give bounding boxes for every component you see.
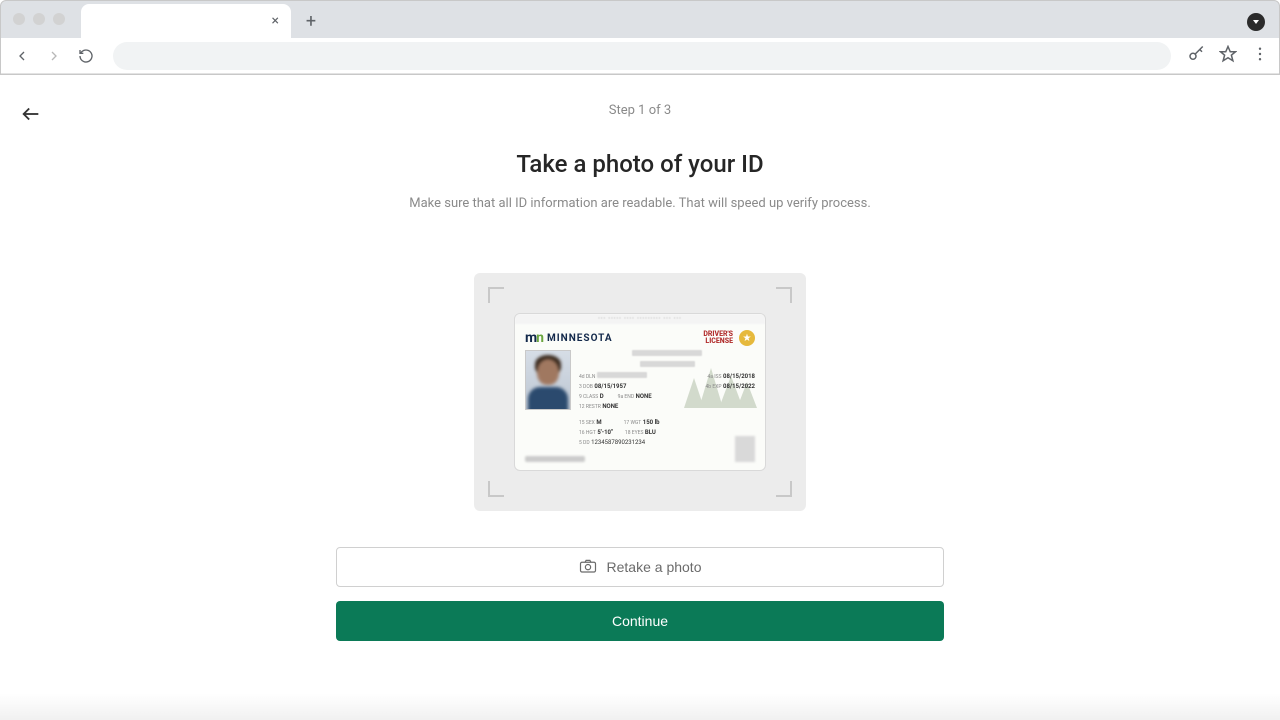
id-license-type: DRIVER'S LICENSE [703, 331, 733, 345]
continue-button[interactable]: Continue [336, 601, 944, 641]
menu-dots-icon[interactable] [1251, 45, 1269, 67]
key-icon[interactable] [1187, 45, 1205, 67]
tab-strip: × + [1, 1, 1279, 38]
tab-close-icon[interactable]: × [272, 13, 279, 29]
new-tab-button[interactable]: + [297, 7, 325, 35]
nav-reload-button[interactable] [75, 45, 97, 67]
window-minimize-icon[interactable] [33, 13, 45, 25]
camera-icon [579, 558, 597, 577]
retake-photo-button[interactable]: Retake a photo [336, 547, 944, 587]
id-signature [525, 456, 585, 466]
window-close-icon[interactable] [13, 13, 25, 25]
id-capture-frame: ••• ••••• •••• ••••••••• ••• ••• mn MINN… [474, 273, 806, 511]
real-id-star-icon: ★ [739, 330, 755, 346]
frame-corner-icon [776, 481, 792, 497]
page-title: Take a photo of your ID [335, 150, 945, 178]
frame-corner-icon [488, 287, 504, 303]
retake-photo-label: Retake a photo [607, 559, 702, 575]
browser-chrome: × + [0, 0, 1280, 75]
browser-toolbar [1, 38, 1279, 74]
frame-corner-icon [776, 287, 792, 303]
nav-forward-button[interactable] [43, 45, 65, 67]
window-controls [13, 13, 65, 25]
id-state-name: MINNESOTA [547, 333, 613, 344]
captured-id-image: ••• ••••• •••• ••••••••• ••• ••• mn MINN… [514, 313, 766, 471]
step-indicator: Step 1 of 3 [335, 103, 945, 118]
frame-corner-icon [488, 481, 504, 497]
window-maximize-icon[interactable] [53, 13, 65, 25]
id-fields: 4d DLN 4a ISS 08/15/2018 3 DOB 08/15/195… [579, 350, 755, 448]
profile-badge[interactable] [1247, 13, 1265, 31]
address-bar[interactable] [113, 42, 1171, 70]
continue-label: Continue [612, 613, 668, 629]
id-top-strip: ••• ••••• •••• ••••••••• ••• ••• [515, 314, 765, 324]
browser-tab[interactable]: × [81, 4, 291, 38]
page-subtitle: Make sure that all ID information are re… [335, 196, 945, 211]
plus-icon: + [306, 11, 316, 32]
id-portrait-photo [525, 350, 571, 410]
nav-back-button[interactable] [11, 45, 33, 67]
bottom-shadow [0, 693, 1280, 720]
bookmark-star-icon[interactable] [1219, 45, 1237, 67]
page-content: Step 1 of 3 Take a photo of your ID Make… [0, 75, 1280, 720]
page-back-button[interactable] [20, 103, 42, 129]
state-logo-icon: mn [525, 330, 543, 346]
